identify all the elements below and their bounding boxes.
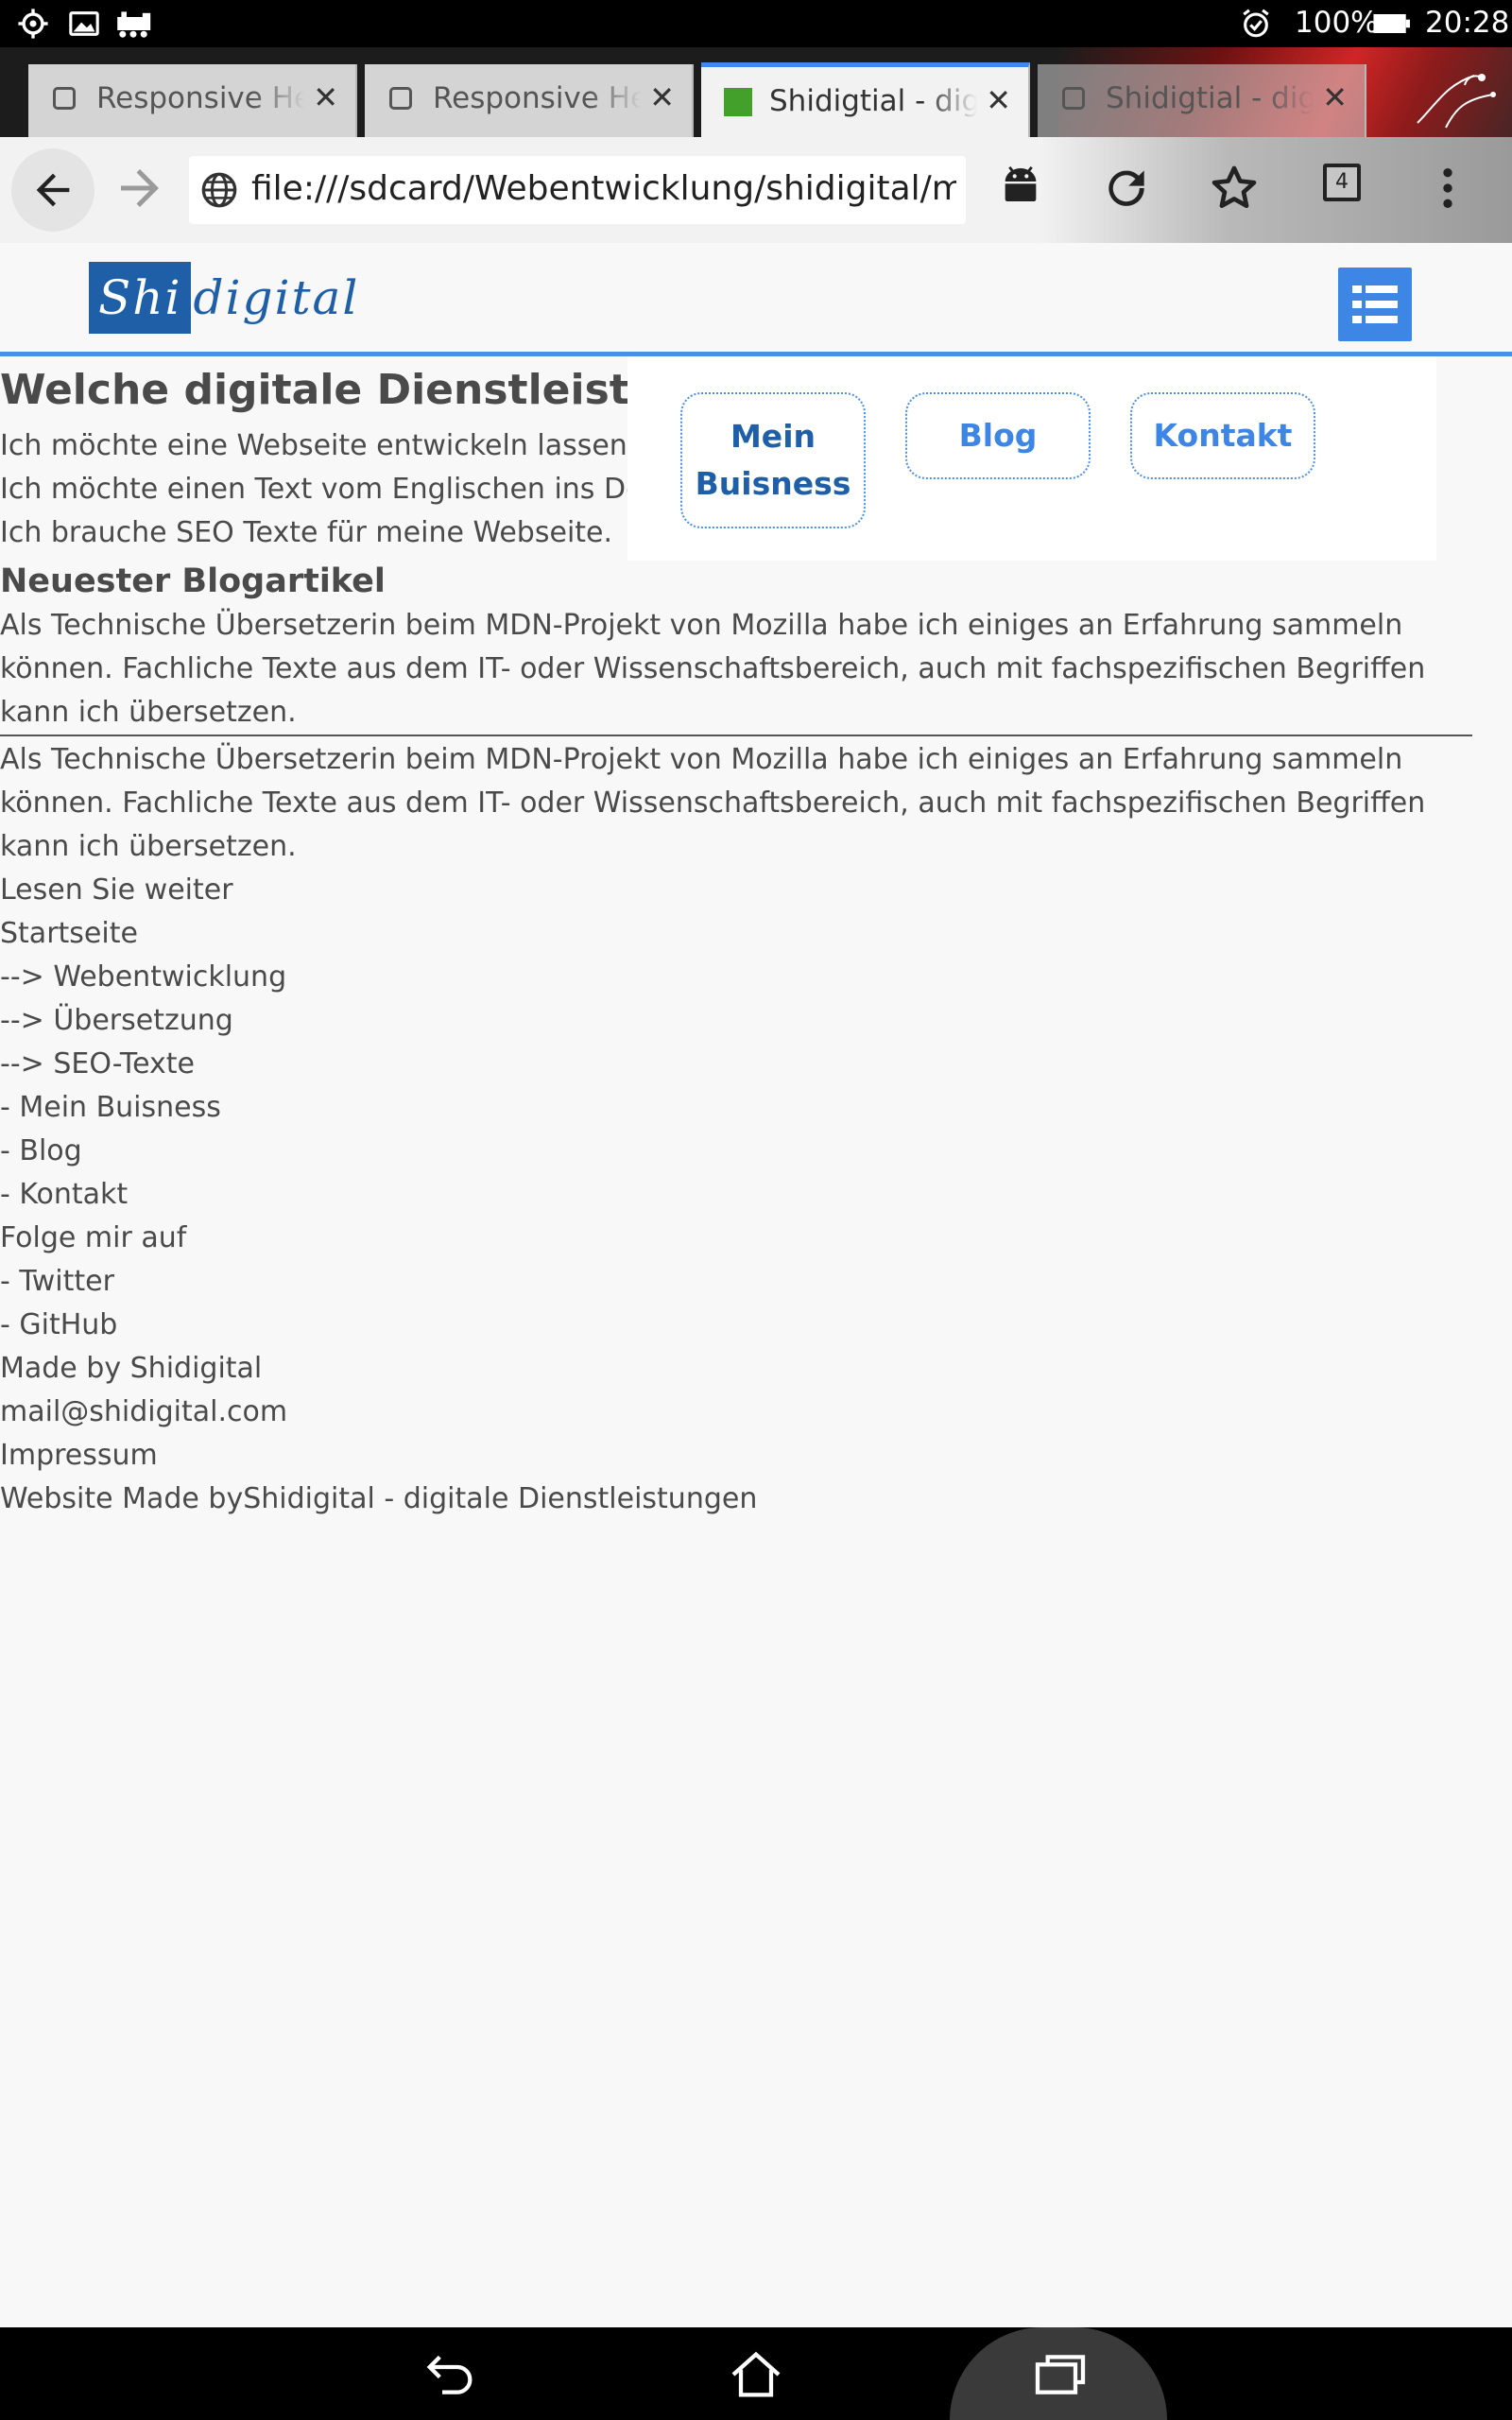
logo-text: digital — [193, 270, 360, 325]
nav-blog[interactable]: Blog — [905, 392, 1091, 479]
logo-mark: Shi — [89, 262, 192, 334]
globe-icon — [201, 172, 237, 208]
footer-link-startseite[interactable]: Startseite — [0, 912, 138, 956]
tab-1[interactable]: Responsive He ✕ — [28, 64, 357, 137]
back-button[interactable] — [11, 148, 94, 232]
footer-link-uebersetzung[interactable]: --> Übersetzung — [0, 999, 233, 1043]
footer-credits: Website Made byShidigital - digitale Die… — [0, 1482, 758, 1515]
footer-link-github[interactable]: - GitHub — [0, 1304, 117, 1347]
tab-title: Shidigtial - digi — [769, 84, 977, 118]
footer-email-link[interactable]: mail@shidigital.com — [0, 1391, 287, 1434]
tab-switcher-icon[interactable]: 4 — [1323, 164, 1361, 201]
nav-kontakt[interactable]: Kontakt — [1130, 392, 1315, 479]
status-bar: 100% 20:28 — [0, 0, 1512, 47]
address-bar[interactable]: file:///sdcard/Webentwicklung/shidigital… — [189, 156, 966, 224]
browser-toolbar: file:///sdcard/Webentwicklung/shidigital… — [0, 137, 1512, 243]
close-icon[interactable]: ✕ — [649, 79, 675, 115]
footer-link-mein-buisness[interactable]: - Mein Buisness — [0, 1086, 221, 1130]
forward-arrow-icon[interactable] — [112, 160, 168, 216]
site-logo[interactable]: Shi digital — [89, 262, 359, 334]
battery-percentage: 100% — [1295, 6, 1379, 40]
green-site-icon — [724, 88, 752, 116]
footer-link-blog[interactable]: - Blog — [0, 1130, 82, 1173]
home-icon[interactable] — [726, 2344, 786, 2405]
footer-link-kontakt[interactable]: - Kontakt — [0, 1173, 128, 1217]
blog-excerpt: Als Technische Übersetzerin beim MDN-Pro… — [0, 609, 1426, 729]
footer-link-webentwicklung[interactable]: --> Webentwicklung — [0, 956, 286, 999]
settings-icon — [18, 9, 48, 39]
footer-link-impressum[interactable]: Impressum — [0, 1434, 158, 1478]
service-option[interactable]: Ich brauche SEO Texte für meine Webseite… — [0, 511, 612, 555]
tab-title: Shidigtial - dig — [1106, 81, 1314, 115]
close-icon[interactable]: ✕ — [1322, 79, 1348, 115]
train-icon — [117, 11, 151, 38]
alarm-icon — [1243, 9, 1269, 38]
service-option[interactable]: Ich möchte eine Webseite entwickeln lass… — [0, 424, 636, 468]
battery-icon — [1373, 14, 1410, 33]
site-header: Shi digital — [0, 243, 1512, 356]
android-icon[interactable] — [994, 162, 1047, 215]
tab-title: Responsive He — [433, 81, 641, 115]
page-icon — [1062, 87, 1085, 110]
back-icon[interactable] — [420, 2344, 480, 2405]
reload-icon[interactable] — [1100, 162, 1153, 215]
tab-4[interactable]: Shidigtial - dig ✕ — [1038, 64, 1366, 137]
hero-title: Welche digitale Dienstleistung — [0, 366, 718, 414]
tab-3-active[interactable]: Shidigtial - digi ✕ — [701, 62, 1030, 137]
more-vert-icon[interactable] — [1421, 162, 1474, 215]
recent-apps-icon[interactable] — [1030, 2344, 1091, 2405]
close-icon[interactable]: ✕ — [313, 79, 338, 115]
back-arrow-icon — [36, 173, 70, 207]
read-more-link[interactable]: Lesen Sie weiter — [0, 869, 233, 912]
tab-strip: Responsive He ✕ Responsive He ✕ Shidigti… — [0, 47, 1512, 137]
service-option[interactable]: Ich möchte einen Text vom Englischen ins… — [0, 468, 644, 511]
close-icon[interactable]: ✕ — [986, 82, 1011, 118]
footer-link-seo-texte[interactable]: --> SEO-Texte — [0, 1043, 195, 1086]
footer-follow-heading: Folge mir auf — [0, 1221, 187, 1254]
nav-dropdown-menu: Mein Buisness Blog Kontakt — [627, 356, 1436, 561]
tab-2[interactable]: Responsive He ✕ — [365, 64, 694, 137]
list-icon — [1352, 285, 1398, 323]
floral-ornament-icon — [1417, 74, 1496, 129]
page-icon — [389, 87, 412, 110]
tab-title: Responsive He — [96, 81, 304, 115]
star-icon[interactable] — [1208, 162, 1261, 215]
blog-excerpt-repeat: Als Technische Übersetzerin beim MDN-Pro… — [0, 743, 1426, 863]
clock: 20:28 — [1425, 6, 1510, 40]
web-page: Shi digital Welche digitale Dienstleistun… — [0, 243, 1512, 2327]
url-text[interactable]: file:///sdcard/Webentwicklung/shidigital… — [251, 169, 956, 215]
system-nav-bar — [0, 2327, 1512, 2420]
divider — [0, 735, 1472, 736]
menu-toggle-button[interactable] — [1338, 268, 1412, 341]
footer-link-twitter[interactable]: - Twitter — [0, 1260, 114, 1304]
blog-heading: Neuester Blogartikel — [0, 562, 386, 600]
page-icon — [53, 87, 76, 110]
nav-mein-buisness[interactable]: Mein Buisness — [680, 392, 866, 528]
footer-made-by: Made by Shidigital — [0, 1352, 263, 1385]
image-icon — [69, 11, 99, 36]
